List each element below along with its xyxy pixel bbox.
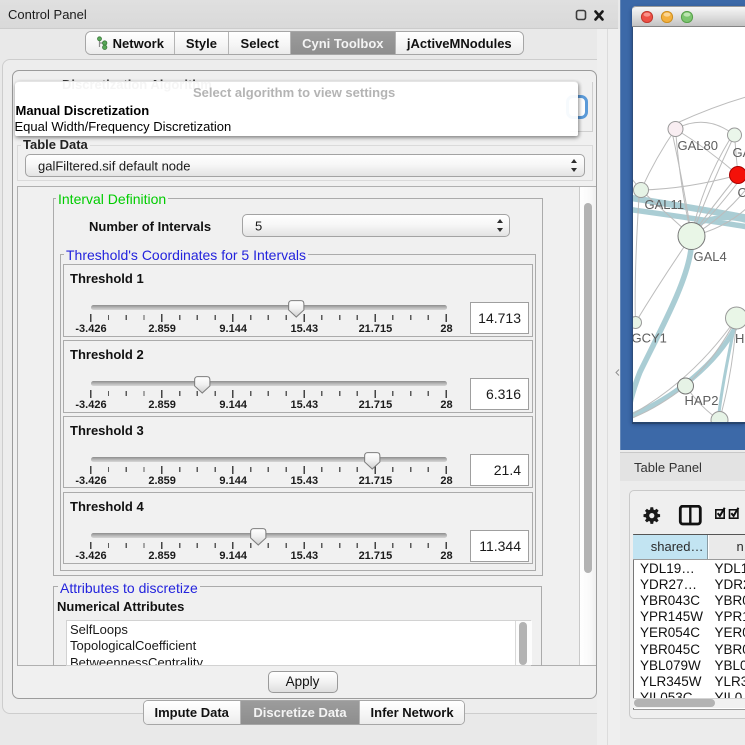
svg-text:GAL80: GAL80 [677, 138, 717, 153]
svg-text:C: C [737, 185, 745, 200]
svg-text:GAL11: GAL11 [644, 197, 684, 212]
svg-text:H: H [735, 331, 744, 346]
svg-text:GCY1: GCY1 [632, 331, 667, 346]
svg-text:GA: GA [732, 145, 745, 160]
svg-text:GAL4: GAL4 [693, 249, 726, 264]
svg-text:HAP2: HAP2 [684, 393, 718, 408]
